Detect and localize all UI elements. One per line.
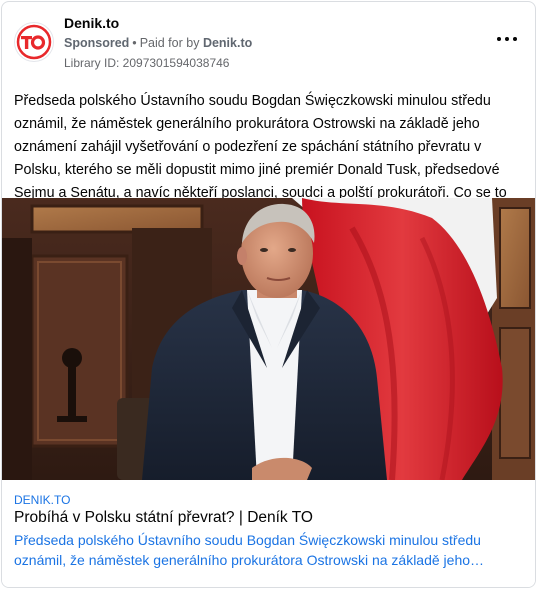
more-options-icon[interactable] xyxy=(497,34,517,44)
more-dot xyxy=(497,37,501,41)
more-dot xyxy=(505,37,509,41)
paid-by-name[interactable]: Denik.to xyxy=(203,36,252,50)
paid-for-label: Paid for by xyxy=(139,36,200,50)
ad-card: Denik.to Sponsored • Paid for by Denik.to … xyxy=(1,1,536,588)
meta-separator: • xyxy=(132,36,137,50)
link-title[interactable]: Probíhá v Polsku státní převrat? | Deník… xyxy=(14,509,313,527)
link-domain: DENIK.TO xyxy=(14,493,71,507)
sponsored-meta: Sponsored • Paid for by Denik.to xyxy=(64,36,252,50)
more-dot xyxy=(513,37,517,41)
link-preview[interactable]: DENIK.TO Probíhá v Polsku státní převrat… xyxy=(2,480,535,587)
denik-to-logo-icon xyxy=(16,24,52,60)
library-id: Library ID: 2097301594038746 xyxy=(64,56,230,70)
page-name[interactable]: Denik.to xyxy=(64,15,119,31)
ad-image[interactable] xyxy=(2,198,535,480)
post-header: Denik.to Sponsored • Paid for by Denik.to … xyxy=(2,2,535,82)
sponsored-label: Sponsored xyxy=(64,36,130,50)
page-avatar[interactable] xyxy=(14,22,54,62)
link-description: Předseda polského Ústavního soudu Bogdan… xyxy=(14,532,485,568)
ad-photo-illustration xyxy=(2,198,535,480)
